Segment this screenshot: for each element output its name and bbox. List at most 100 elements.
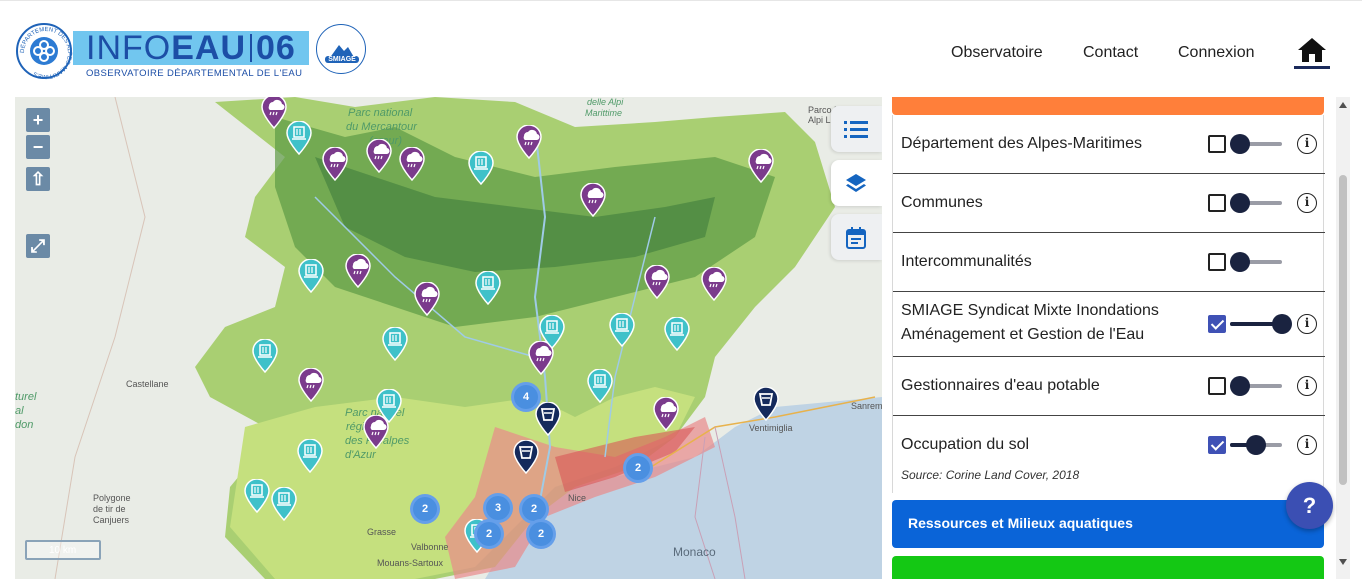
hydro-station-marker[interactable] [376,388,402,424]
scrollbar-thumb[interactable] [1339,175,1347,485]
rain-gauge-marker[interactable] [298,367,324,403]
list-icon [844,121,868,138]
calendar-icon [846,227,866,249]
opacity-slider[interactable] [1230,252,1282,272]
hydro-station-marker[interactable] [252,338,278,374]
rain-gauge-marker[interactable] [345,253,371,289]
marker-cluster[interactable]: 2 [410,494,440,524]
hydro-station-marker[interactable] [539,314,565,350]
hydro-station-marker[interactable] [609,312,635,348]
nav-connexion[interactable]: Connexion [1178,44,1255,62]
layer-name-line1: SMIAGE Syndicat Mixte Inondations [901,302,1159,319]
infoeau-logo[interactable]: DÉPARTEMENT DES ALPES-MARITIMES INFOEAU 0… [16,21,366,81]
water-utility-marker[interactable] [513,439,539,475]
opacity-slider[interactable] [1230,314,1292,334]
layer-row-gestionnaires: Gestionnaires d'eau potable i [893,357,1325,416]
rain-gauge-marker[interactable] [653,396,679,432]
rain-gauge-marker[interactable] [580,182,606,218]
rain-gauge-marker[interactable] [414,281,440,317]
fullscreen-button[interactable]: ⤢ [26,234,50,258]
place-polygone-3: Canjuers [93,515,130,525]
zoom-out-button[interactable]: − [26,135,50,159]
place-sanremo: Sanrem [851,401,882,411]
section-ressources-button[interactable]: Ressources et Milieux aquatiques [892,500,1324,548]
rain-gauge-marker[interactable] [399,146,425,182]
zoom-in-button[interactable]: + [26,108,50,132]
map-view[interactable]: Castellane Ventimiglia Sanrem Monaco Pol… [15,97,882,579]
section-header-orange[interactable] [892,97,1324,115]
opacity-slider[interactable] [1230,193,1282,213]
hydro-station-marker[interactable] [664,316,690,352]
info-icon[interactable]: i [1297,134,1317,154]
rain-gauge-marker[interactable] [701,266,727,302]
rain-gauge-marker[interactable] [261,97,287,130]
layer-name: Intercommunalités [901,253,1032,270]
logo-title-bold: EAU [171,29,247,67]
hydro-station-marker[interactable] [587,368,613,404]
layer-checkbox[interactable] [1208,436,1226,454]
hydro-station-marker[interactable] [244,478,270,514]
info-icon[interactable]: i [1297,376,1317,396]
calendar-tab[interactable] [831,214,882,260]
layer-checkbox[interactable] [1208,315,1226,333]
hydro-station-marker[interactable] [271,486,297,522]
nav-observatoire[interactable]: Observatoire [951,44,1043,62]
water-utility-marker[interactable] [535,401,561,437]
marker-cluster[interactable]: 2 [474,519,504,549]
marker-cluster[interactable]: 2 [623,453,653,483]
home-button[interactable] [1294,37,1330,69]
marker-cluster[interactable]: 4 [511,382,541,412]
park-label-8: don [15,419,34,431]
layer-row-intercommunalites: Intercommunalités [893,233,1325,292]
layer-checkbox[interactable] [1208,135,1226,153]
full-extent-button[interactable]: ⇧ [26,167,50,191]
nav-contact[interactable]: Contact [1083,44,1138,62]
layers-tab[interactable] [831,160,882,206]
layer-checkbox[interactable] [1208,377,1226,395]
rain-gauge-marker[interactable] [644,264,670,300]
rain-gauge-marker[interactable] [322,146,348,182]
logo-subtitle: OBSERVATOIRE DÉPARTEMENTAL DE L'EAU [86,68,303,79]
hydro-station-marker[interactable] [298,258,324,294]
info-icon[interactable]: i [1297,193,1317,213]
hydro-station-marker[interactable] [286,120,312,156]
help-button[interactable]: ? [1286,482,1333,529]
layer-row-communes: Communes i [893,174,1325,233]
opacity-slider[interactable] [1230,376,1282,396]
layer-name: Communes [901,194,983,211]
opacity-slider[interactable] [1230,435,1282,455]
place-ventimiglia: Ventimiglia [749,423,793,433]
layer-name: Occupation du sol [901,436,1030,453]
park-label-6: turel [15,391,37,403]
layer-checkbox[interactable] [1208,253,1226,271]
info-icon[interactable]: i [1297,314,1317,334]
hydro-station-marker[interactable] [475,270,501,306]
place-monaco: Monaco [673,545,716,559]
logo-title-light: INFO [86,29,172,67]
rain-gauge-marker[interactable] [366,138,392,174]
legend-tab[interactable] [831,106,882,152]
place-castellane: Castellane [126,379,169,389]
panel-scrollbar[interactable] [1336,97,1350,579]
water-utility-marker[interactable] [753,386,779,422]
hydro-station-marker[interactable] [297,438,323,474]
home-icon [1298,38,1326,62]
rain-gauge-marker[interactable] [516,124,542,160]
park-label-2: du Mercantour [346,121,417,133]
smiage-logo-icon: SMIAGE [316,24,366,74]
info-icon[interactable]: i [1297,435,1317,455]
rain-gauge-marker[interactable] [748,148,774,184]
section-green-button[interactable] [892,556,1324,579]
hydro-station-marker[interactable] [382,326,408,362]
layer-checkbox[interactable] [1208,194,1226,212]
logo-title: INFOEAU 06 [86,31,296,65]
scroll-down-icon[interactable] [1339,559,1347,565]
place-grasse: Grasse [367,527,397,537]
layer-source: Source: Corine Land Cover, 2018 [901,468,1080,482]
marker-cluster[interactable]: 2 [526,519,556,549]
scale-bar: 10 km [25,540,101,560]
place-mouans: Mouans-Sartoux [377,558,444,568]
hydro-station-marker[interactable] [468,150,494,186]
scroll-up-icon[interactable] [1339,102,1347,108]
opacity-slider[interactable] [1230,134,1282,154]
